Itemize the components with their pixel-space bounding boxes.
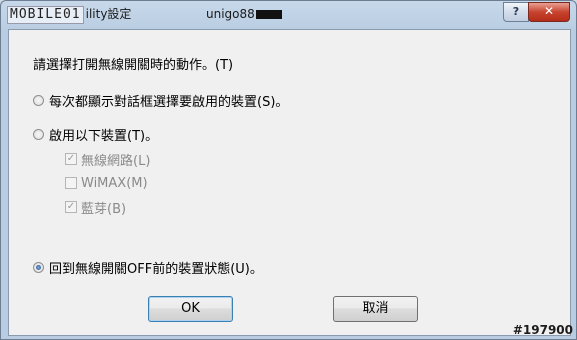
title-bar: MOBILE01 ility設定 unigo88 ? ✕ xyxy=(1,1,576,28)
checkbox-label: 無線網路(L) xyxy=(81,153,151,169)
radio-button[interactable] xyxy=(33,94,44,106)
username-label: unigo88 xyxy=(206,5,282,23)
checkbox-wimax[interactable]: WiMAX(M) xyxy=(65,174,148,192)
checkmark-icon[interactable]: ✓ xyxy=(65,201,77,213)
close-button[interactable]: ✕ xyxy=(528,2,570,22)
watermark-id: #197900 xyxy=(512,323,573,337)
redaction-block xyxy=(255,10,282,19)
radio-label: 啟用以下裝置(T)。 xyxy=(49,128,159,144)
dialog-body: 請選擇打開無線開關時的動作。(T) 每次都顯示對話框選擇要啟用的裝置(S)。 啟… xyxy=(8,29,571,336)
window-title-suffix: ility設定 xyxy=(85,7,132,21)
site-logo: MOBILE01 xyxy=(7,6,84,24)
radio-show-dialog[interactable]: 每次都顯示對話框選擇要啟用的裝置(S)。 xyxy=(33,91,289,110)
checkbox-wireless-lan[interactable]: ✓ 無線網路(L) xyxy=(65,150,151,169)
checkbox-box[interactable] xyxy=(65,177,77,189)
checkbox-label: WiMAX(M) xyxy=(81,175,148,191)
radio-restore-state[interactable]: 回到無線開關OFF前的裝置狀態(U)。 xyxy=(33,258,263,277)
window-title: MOBILE01 ility設定 unigo88 xyxy=(7,5,282,24)
radio-enable-devices[interactable]: 啟用以下裝置(T)。 xyxy=(33,125,159,144)
radio-label: 回到無線開關OFF前的裝置狀態(U)。 xyxy=(49,261,263,277)
radio-label: 每次都顯示對話框選擇要啟用的裝置(S)。 xyxy=(49,94,289,110)
username-text: unigo88 xyxy=(206,7,255,21)
settings-dialog-window: MOBILE01 ility設定 unigo88 ? ✕ 請選擇打開無線開關時的動… xyxy=(0,0,577,340)
prompt-text: 請選擇打開無線開關時的動作。(T) xyxy=(33,58,234,73)
help-button[interactable]: ? xyxy=(503,2,529,22)
checkmark-icon[interactable]: ✓ xyxy=(65,153,77,165)
ok-button[interactable]: OK xyxy=(148,296,233,322)
radio-button-selected[interactable] xyxy=(33,261,44,273)
radio-button[interactable] xyxy=(33,128,44,140)
checkbox-label: 藍芽(B) xyxy=(81,201,127,217)
cancel-button[interactable]: 取消 xyxy=(333,296,418,322)
checkbox-bluetooth[interactable]: ✓ 藍芽(B) xyxy=(65,198,127,217)
